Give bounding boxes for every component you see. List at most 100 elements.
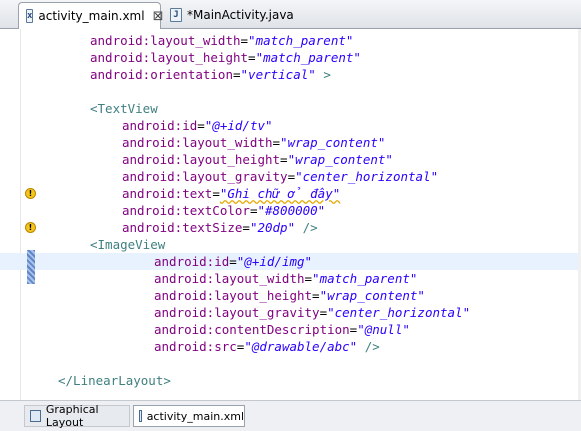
code-text: android:text="Ghi chữ ở đây" [122,185,340,202]
equals-sign: = [312,288,320,303]
code-line[interactable]: android:layout_width="wrap_content" [0,134,581,151]
editor-tab-bar: x activity_main.xml ⊠ J *MainActivity.ja… [0,0,581,29]
layout-icon [30,410,41,422]
code-text: android:src="@drawable/abc" /> [154,338,380,355]
equals-sign: = [287,169,296,184]
code-text: android:orientation="vertical" > [90,66,331,83]
warning-icon[interactable]: ! [25,222,36,233]
code-line[interactable]: ! android:textSize="20dp" /> [0,219,581,236]
xml-attribute: android:id [154,254,230,269]
xml-attribute: android:layout_height [122,152,281,167]
tag-close: /> [295,220,318,235]
tab-label: Graphical Layout [45,403,99,429]
tab-label: activity_main.xml [38,9,145,23]
xml-source-icon [139,410,142,422]
code-text: </LinearLayout> [58,372,171,389]
code-line[interactable]: <ImageView [0,236,581,253]
xml-attribute: android:text [122,186,213,201]
code-line[interactable]: android:layout_width="match_parent" [0,32,581,49]
code-line[interactable] [0,355,581,372]
code-line[interactable]: android:orientation="vertical" > [0,66,581,83]
tab-xml-source[interactable]: activity_main.xml [133,405,245,427]
xml-value: "@drawable/abc" [244,339,358,354]
equals-sign: = [240,33,249,48]
xml-value: "@null" [357,322,410,337]
xml-value: "@+id/img" [236,254,313,269]
code-line[interactable]: android:layout_height="wrap_content" [0,151,581,168]
code-text: android:layout_width="match_parent" [90,32,353,49]
xml-attribute: android:id [122,118,198,133]
equals-sign: = [280,152,288,167]
xml-value: "vertical" [240,67,316,82]
warning-icon[interactable]: ! [25,188,36,199]
equals-sign: = [272,135,281,150]
xml-value: "wrap_content" [319,288,425,303]
tab-label: activity_main.xml [146,409,244,423]
xml-value: "@+id/tv" [204,118,273,133]
xml-value: "center_horizontal" [295,169,439,184]
code-line[interactable]: android:layout_width="match_parent" [0,270,581,287]
xml-value: "match_parent" [312,271,418,286]
xml-value: "20dp" [249,220,296,235]
code-line[interactable]: android:src="@drawable/abc" /> [0,338,581,355]
code-text: android:layout_width="wrap_content" [122,134,385,151]
code-line[interactable]: android:contentDescription="@null" [0,321,581,338]
xml-attribute: android:layout_width [154,271,305,286]
code-line[interactable]: </LinearLayout> [0,372,581,389]
equals-sign: = [197,118,205,133]
xml-value: "center_horizontal" [327,305,471,320]
xml-value: "Ghi chữ ở đây" [219,186,341,201]
code-text: android:layout_height="wrap_content" [154,287,425,304]
xml-attribute: android:layout_gravity [122,169,288,184]
code-text: <TextView [90,100,158,117]
code-text: android:id="@+id/img" [154,253,312,270]
code-line[interactable]: ! android:text="Ghi chữ ở đây" [0,185,581,202]
tag-close: /> [357,339,380,354]
close-tab-icon[interactable]: ⊠ [153,9,164,24]
code-text: <ImageView [90,236,165,253]
tab-graphical-layout[interactable]: Graphical Layout [24,403,130,429]
editor-mode-tabs: Graphical Layout activity_main.xml [0,400,581,431]
code-text: android:layout_width="match_parent" [154,270,417,287]
equals-sign: = [304,271,313,286]
xml-attribute: android:layout_gravity [154,305,320,320]
code-text: android:id="@+id/tv" [122,117,273,134]
xml-tag: <ImageView [90,237,166,252]
xml-attribute: android:contentDescription [154,322,350,337]
code-line[interactable]: android:id="@+id/img" [0,253,581,270]
xml-attribute: android:layout_width [90,33,241,48]
xml-tag: <TextView [90,101,158,116]
change-marker-icon [27,250,35,284]
equals-sign: = [248,50,256,65]
code-line[interactable]: android:layout_height="wrap_content" [0,287,581,304]
code-line[interactable] [0,83,581,100]
code-editor[interactable]: android:layout_width="match_parent" andro… [0,29,581,400]
code-line[interactable]: android:textColor="#800000" [0,202,581,219]
java-file-icon: J [170,7,182,22]
code-line[interactable]: android:layout_gravity="center_horizonta… [0,304,581,321]
xml-attribute: android:textColor [122,203,250,218]
xml-tag: </LinearLayout> [58,373,171,388]
code-line[interactable]: android:id="@+id/tv" [0,117,581,134]
xml-attribute: android:layout_height [154,288,313,303]
xml-attribute: android:orientation [90,67,233,82]
xml-attribute: android:layout_height [90,50,249,65]
xml-value: "wrap_content" [287,152,393,167]
code-text: android:textColor="#800000" [122,202,325,219]
xml-attribute: android:textSize [122,220,243,235]
tab-mainactivity-java[interactable]: J *MainActivity.java [163,2,323,27]
xml-file-icon: x [26,9,34,23]
code-line[interactable]: android:layout_gravity="center_horizonta… [0,168,581,185]
xml-value: "match_parent" [255,50,361,65]
code-text: android:layout_gravity="center_horizonta… [122,168,438,185]
code-text: android:layout_height="match_parent" [90,49,361,66]
tab-activity-main-xml[interactable]: x activity_main.xml ⊠ [18,2,164,29]
code-text: android:layout_gravity="center_horizonta… [154,304,470,321]
code-line[interactable]: android:layout_height="match_parent" [0,49,581,66]
code-text: android:layout_height="wrap_content" [122,151,393,168]
xml-attribute: android:src [154,339,237,354]
equals-sign: = [212,186,220,201]
equals-sign: = [319,305,328,320]
code-line[interactable]: <TextView [0,100,581,117]
xml-value: "match_parent" [248,33,354,48]
